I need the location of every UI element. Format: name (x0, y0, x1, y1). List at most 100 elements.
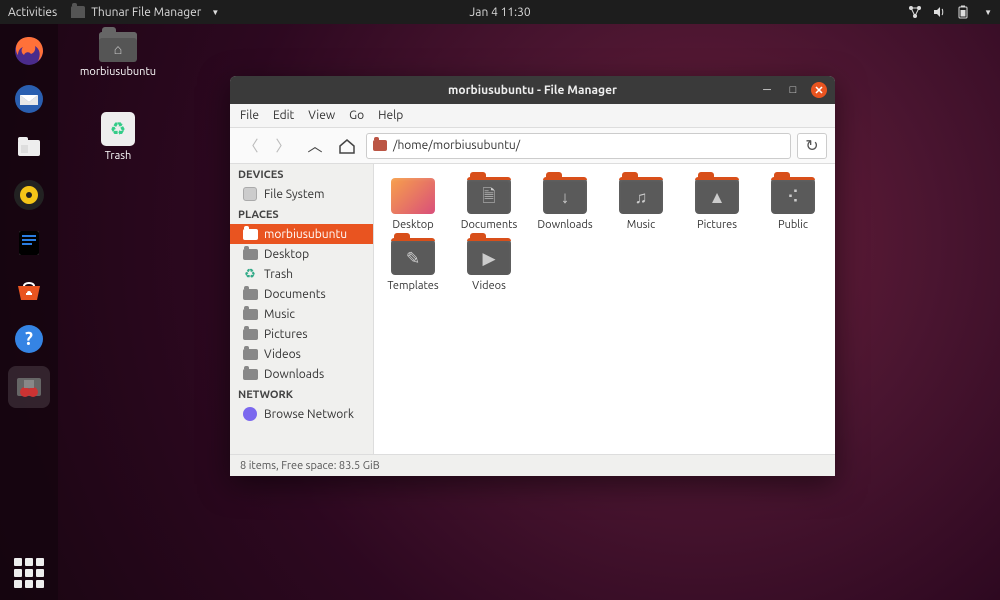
sidebar-item-label: Downloads (264, 368, 324, 381)
home-button[interactable] (334, 133, 360, 159)
show-applications[interactable] (14, 558, 44, 588)
folder-icon: ♫ (619, 178, 663, 214)
home-icon: ⌂ (114, 41, 122, 57)
network-icon[interactable] (908, 5, 922, 19)
folder-icon: 🗎 (467, 178, 511, 214)
chevron-down-icon[interactable]: ▼ (984, 8, 992, 17)
close-button[interactable]: ✕ (811, 82, 827, 98)
dock-rhythmbox[interactable] (8, 174, 50, 216)
titlebar[interactable]: morbiusubuntu - File Manager ─ □ ✕ (230, 76, 835, 104)
glyph-icon: ↓ (561, 188, 570, 208)
sidebar-item-trash[interactable]: ♻Trash (230, 264, 373, 284)
folder-label: Templates (384, 280, 442, 292)
sidebar-item-browse-network[interactable]: Browse Network (230, 404, 373, 424)
folder-label: Downloads (536, 219, 594, 231)
volume-icon[interactable] (932, 5, 946, 19)
app-menu[interactable]: Thunar File Manager ▼ (71, 6, 219, 19)
sidebar-header-network: NETWORK (230, 384, 373, 404)
folder-label: Public (764, 219, 822, 231)
forward-button[interactable]: 〉 (270, 133, 296, 159)
folder-icon: ⌂ (99, 32, 137, 62)
location-path: /home/morbiusubuntu/ (393, 139, 520, 152)
desktop-icon-trash[interactable]: ♻ Trash (78, 112, 158, 162)
folder-label: Music (612, 219, 670, 231)
sidebar-item-videos[interactable]: Videos (230, 344, 373, 364)
dock-writer[interactable] (8, 222, 50, 264)
folder-icon: ↓ (543, 178, 587, 214)
sidebar-item-morbiusubuntu[interactable]: morbiusubuntu (230, 224, 373, 244)
desktop-icon-label: Trash (78, 150, 158, 162)
glyph-icon: ✎ (406, 249, 420, 269)
dock-firefox[interactable] (8, 30, 50, 72)
sidebar-header-devices: DEVICES (230, 164, 373, 184)
trash-icon: ♻ (101, 112, 135, 146)
dock-help[interactable]: ? (8, 318, 50, 360)
sidebar-item-label: Desktop (264, 248, 309, 261)
folder-music[interactable]: ♫ Music (612, 178, 670, 231)
app-menu-label: Thunar File Manager (91, 6, 201, 19)
folder-downloads[interactable]: ↓ Downloads (536, 178, 594, 231)
dock-thunderbird[interactable] (8, 78, 50, 120)
desktop-icon-home[interactable]: ⌂ morbiusubuntu (78, 32, 158, 78)
folder-public[interactable]: ⠪Public (764, 178, 822, 231)
battery-icon[interactable] (956, 5, 970, 19)
activities-button[interactable]: Activities (8, 6, 57, 19)
back-button[interactable]: 〈 (238, 133, 264, 159)
dock-thunar[interactable] (8, 366, 50, 408)
sidebar: DEVICES File System PLACES morbiusubuntu… (230, 164, 374, 454)
menu-file[interactable]: File (240, 109, 259, 122)
svg-text:?: ? (25, 329, 33, 349)
up-button[interactable]: ︿ (302, 133, 328, 159)
folder-label: Videos (460, 280, 518, 292)
folder-templates[interactable]: ✎ Templates (384, 239, 442, 292)
statusbar-text: 8 items, Free space: 83.5 GiB (240, 460, 380, 472)
minimize-button[interactable]: ─ (759, 82, 775, 98)
desktop-icon-label: morbiusubuntu (78, 66, 158, 78)
folder-videos[interactable]: ▶ Videos (460, 239, 518, 292)
sidebar-item-music[interactable]: Music (230, 304, 373, 324)
sidebar-item-label: morbiusubuntu (264, 228, 347, 241)
sidebar-item-desktop[interactable]: Desktop (230, 244, 373, 264)
menu-go[interactable]: Go (349, 109, 364, 122)
glyph-icon: ▶ (482, 249, 495, 269)
folder-icon (373, 140, 387, 151)
menu-help[interactable]: Help (378, 109, 403, 122)
folder-desktop[interactable]: Desktop (384, 178, 442, 231)
top-panel: Activities Thunar File Manager ▼ Jan 4 1… (0, 0, 1000, 24)
sidebar-item-label: Trash (264, 268, 293, 281)
sidebar-item-label: Videos (264, 348, 301, 361)
toolbar: 〈 〉 ︿ /home/morbiusubuntu/ ↻ (230, 128, 835, 164)
sidebar-item-file-system[interactable]: File System (230, 184, 373, 204)
folder-pictures[interactable]: ▲ Pictures (688, 178, 746, 231)
folder-icon (391, 178, 435, 214)
file-manager-window: morbiusubuntu - File Manager ─ □ ✕ File … (230, 76, 835, 476)
dock-files[interactable] (8, 126, 50, 168)
location-bar[interactable]: /home/morbiusubuntu/ (366, 133, 791, 159)
dock-software[interactable] (8, 270, 50, 312)
menubar: File Edit View Go Help (230, 104, 835, 128)
sidebar-item-label: Documents (264, 288, 326, 301)
sidebar-item-documents[interactable]: Documents (230, 284, 373, 304)
folder-icon: ▲ (695, 178, 739, 214)
folder-label: Documents (460, 219, 518, 231)
sidebar-item-pictures[interactable]: Pictures (230, 324, 373, 344)
sidebar-header-places: PLACES (230, 204, 373, 224)
folder-icon: ▶ (467, 239, 511, 275)
reload-button[interactable]: ↻ (797, 133, 827, 159)
maximize-button[interactable]: □ (785, 82, 801, 98)
sidebar-item-label: Browse Network (264, 408, 354, 421)
menu-edit[interactable]: Edit (273, 109, 294, 122)
statusbar: 8 items, Free space: 83.5 GiB (230, 454, 835, 476)
folder-label: Pictures (688, 219, 746, 231)
clock[interactable]: Jan 4 11:30 (469, 6, 530, 19)
folder-label: Desktop (384, 219, 442, 231)
folder-documents[interactable]: 🗎 Documents (460, 178, 518, 231)
glyph-icon: ♫ (635, 188, 648, 208)
sidebar-item-downloads[interactable]: Downloads (230, 364, 373, 384)
sidebar-item-label: Pictures (264, 328, 308, 341)
menu-view[interactable]: View (308, 109, 335, 122)
glyph-icon: 🗎 (482, 183, 496, 212)
glyph-icon: ▲ (709, 188, 726, 208)
folder-view[interactable]: Desktop 🗎 Documents ↓ Downloads ♫ Music ▲ Pictur… (374, 164, 835, 454)
chevron-down-icon: ▼ (211, 8, 219, 17)
